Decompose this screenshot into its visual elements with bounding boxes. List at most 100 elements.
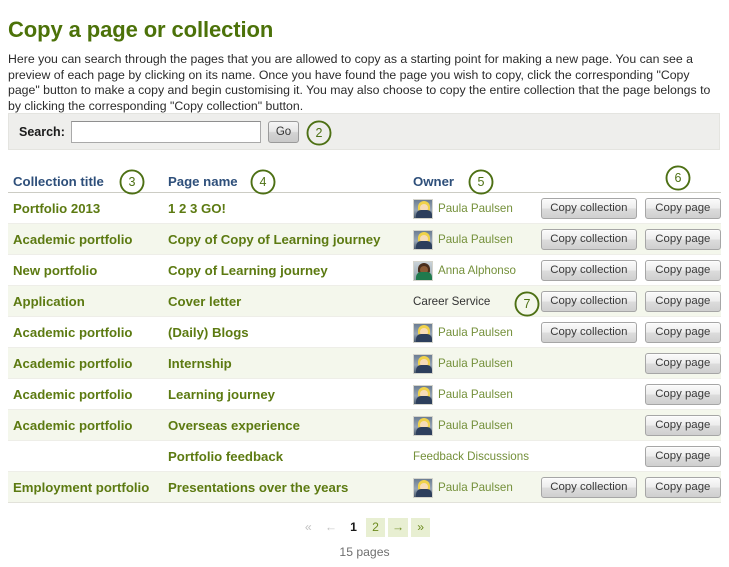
page-name-link[interactable]: Overseas experience	[168, 418, 300, 433]
copy-page-button[interactable]: Copy page	[644, 353, 721, 374]
avatar	[413, 415, 433, 436]
collection-title-link[interactable]: Academic portfolio	[13, 418, 132, 433]
page-name-link[interactable]: Internship	[168, 356, 232, 371]
owner-link[interactable]: Paula Paulsen	[438, 481, 513, 494]
cell-collection-title: Academic portfolio	[13, 348, 168, 379]
copy-page-button[interactable]: Copy page	[644, 415, 721, 436]
copy-collection-button[interactable]: Copy collection	[541, 229, 637, 250]
collection-title-link[interactable]: Portfolio 2013	[13, 201, 100, 216]
pagination-page-2[interactable]: 2	[366, 518, 385, 537]
collection-title-link[interactable]: Academic portfolio	[13, 387, 132, 402]
owner-wrapper: Anna Alphonso	[413, 260, 516, 281]
search-go-button[interactable]: Go	[267, 120, 300, 143]
avatar	[413, 229, 433, 250]
table-row: New portfolio Copy of Learning journey Ann…	[8, 255, 721, 286]
collection-title-link[interactable]: Academic portfolio	[13, 325, 132, 340]
search-input[interactable]	[70, 120, 261, 143]
owner-link[interactable]: Paula Paulsen	[438, 202, 513, 215]
owner-link[interactable]: Paula Paulsen	[438, 233, 513, 246]
owner-wrapper: Paula Paulsen	[413, 353, 513, 374]
owner-link[interactable]: Feedback Discussions	[413, 450, 529, 463]
intro-paragraph: Here you can search through the pages th…	[8, 52, 711, 114]
cell-owner: Paula Paulsen	[413, 317, 543, 348]
copy-collection-button[interactable]: Copy collection	[541, 477, 637, 498]
pagination-page-1[interactable]: 1	[344, 518, 363, 537]
copy-collection-button[interactable]: Copy collection	[541, 198, 637, 219]
column-header-owner: Owner	[413, 174, 455, 189]
cell-collection-title	[13, 441, 168, 472]
copy-page-button[interactable]: Copy page	[644, 291, 721, 312]
copy-page-button[interactable]: Copy page	[644, 384, 721, 405]
table-row: Portfolio feedback Feedback Discussions Co…	[8, 441, 721, 472]
table-row: Academic portfolio Learning journey Paula …	[8, 379, 721, 410]
table-header-row: Collection title Page name Owner	[8, 170, 721, 193]
pagination: « ← 1 2 →»	[0, 518, 729, 537]
collection-title-link[interactable]: Application	[13, 294, 85, 309]
pagination-next[interactable]: →	[388, 518, 409, 537]
owner-wrapper: Paula Paulsen	[413, 384, 513, 405]
cell-actions: Copy collection Copy page	[541, 286, 721, 317]
collection-title-link[interactable]: New portfolio	[13, 263, 97, 278]
cell-collection-title: Portfolio 2013	[13, 193, 168, 224]
avatar	[413, 322, 433, 343]
owner-wrapper: Paula Paulsen	[413, 477, 513, 498]
owner-wrapper: Paula Paulsen	[413, 322, 513, 343]
owner-wrapper: Paula Paulsen	[413, 198, 513, 219]
cell-actions: Copy collection Copy page	[541, 255, 721, 286]
collection-title-link[interactable]: Employment portfolio	[13, 480, 149, 495]
page-name-link[interactable]: Presentations over the years	[168, 480, 348, 495]
cell-collection-title: Employment portfolio	[13, 472, 168, 503]
collection-title-link[interactable]: Academic portfolio	[13, 356, 132, 371]
cell-actions: Copy page	[541, 410, 721, 441]
page-name-link[interactable]: Copy of Copy of Learning journey	[168, 232, 380, 247]
cell-page-name: Portfolio feedback	[168, 441, 413, 472]
copy-collection-button[interactable]: Copy collection	[541, 260, 637, 281]
table-body: Portfolio 2013 1 2 3 GO! Paula Paulsen Copy…	[8, 193, 721, 503]
avatar	[413, 198, 433, 219]
cell-actions: Copy collection Copy page	[541, 193, 721, 224]
pages-table: Collection title Page name Owner Portfol…	[8, 170, 721, 503]
cell-page-name: Overseas experience	[168, 410, 413, 441]
avatar	[413, 384, 433, 405]
cell-page-name: Internship	[168, 348, 413, 379]
copy-page-button[interactable]: Copy page	[644, 260, 721, 281]
table-row: Academic portfolio Internship Paula Paulse…	[8, 348, 721, 379]
copy-page-button[interactable]: Copy page	[644, 322, 721, 343]
cell-actions: Copy collection Copy page	[541, 472, 721, 503]
page-name-link[interactable]: (Daily) Blogs	[168, 325, 249, 340]
cell-owner: Paula Paulsen	[413, 379, 543, 410]
owner-link[interactable]: Paula Paulsen	[438, 388, 513, 401]
copy-page-or-collection-screen: Copy a page or collection Here you can s…	[0, 0, 729, 567]
table-row: Academic portfolio (Daily) Blogs Paula Pau…	[8, 317, 721, 348]
cell-page-name: Presentations over the years	[168, 472, 413, 503]
column-header-collection-title: Collection title	[13, 174, 104, 189]
collection-title-link[interactable]: Academic portfolio	[13, 232, 132, 247]
copy-page-button[interactable]: Copy page	[644, 229, 721, 250]
owner-text: Career Service	[413, 295, 491, 308]
copy-collection-button[interactable]: Copy collection	[541, 322, 637, 343]
copy-page-button[interactable]: Copy page	[644, 198, 721, 219]
avatar	[413, 260, 433, 281]
pagination-last[interactable]: »	[411, 518, 431, 537]
page-name-link[interactable]: Copy of Learning journey	[168, 263, 328, 278]
owner-wrapper: Career Service	[413, 295, 490, 308]
page-name-link[interactable]: Cover letter	[168, 294, 241, 309]
copy-collection-button[interactable]: Copy collection	[541, 291, 637, 312]
cell-actions: Copy page	[541, 441, 721, 472]
cell-owner: Paula Paulsen	[413, 224, 543, 255]
owner-link[interactable]: Paula Paulsen	[438, 357, 513, 370]
owner-link[interactable]: Paula Paulsen	[438, 419, 513, 432]
search-label: Search:	[19, 124, 65, 139]
page-name-link[interactable]: Learning journey	[168, 387, 275, 402]
page-name-link[interactable]: 1 2 3 GO!	[168, 201, 226, 216]
copy-page-button[interactable]: Copy page	[644, 477, 721, 498]
owner-link[interactable]: Paula Paulsen	[438, 326, 513, 339]
page-name-link[interactable]: Portfolio feedback	[168, 449, 283, 464]
cell-actions: Copy page	[541, 379, 721, 410]
pagination-prev: ←	[324, 520, 337, 534]
copy-page-button[interactable]: Copy page	[644, 446, 721, 467]
cell-collection-title: Academic portfolio	[13, 410, 168, 441]
cell-collection-title: Academic portfolio	[13, 379, 168, 410]
cell-page-name: 1 2 3 GO!	[168, 193, 413, 224]
owner-link[interactable]: Anna Alphonso	[438, 264, 516, 277]
